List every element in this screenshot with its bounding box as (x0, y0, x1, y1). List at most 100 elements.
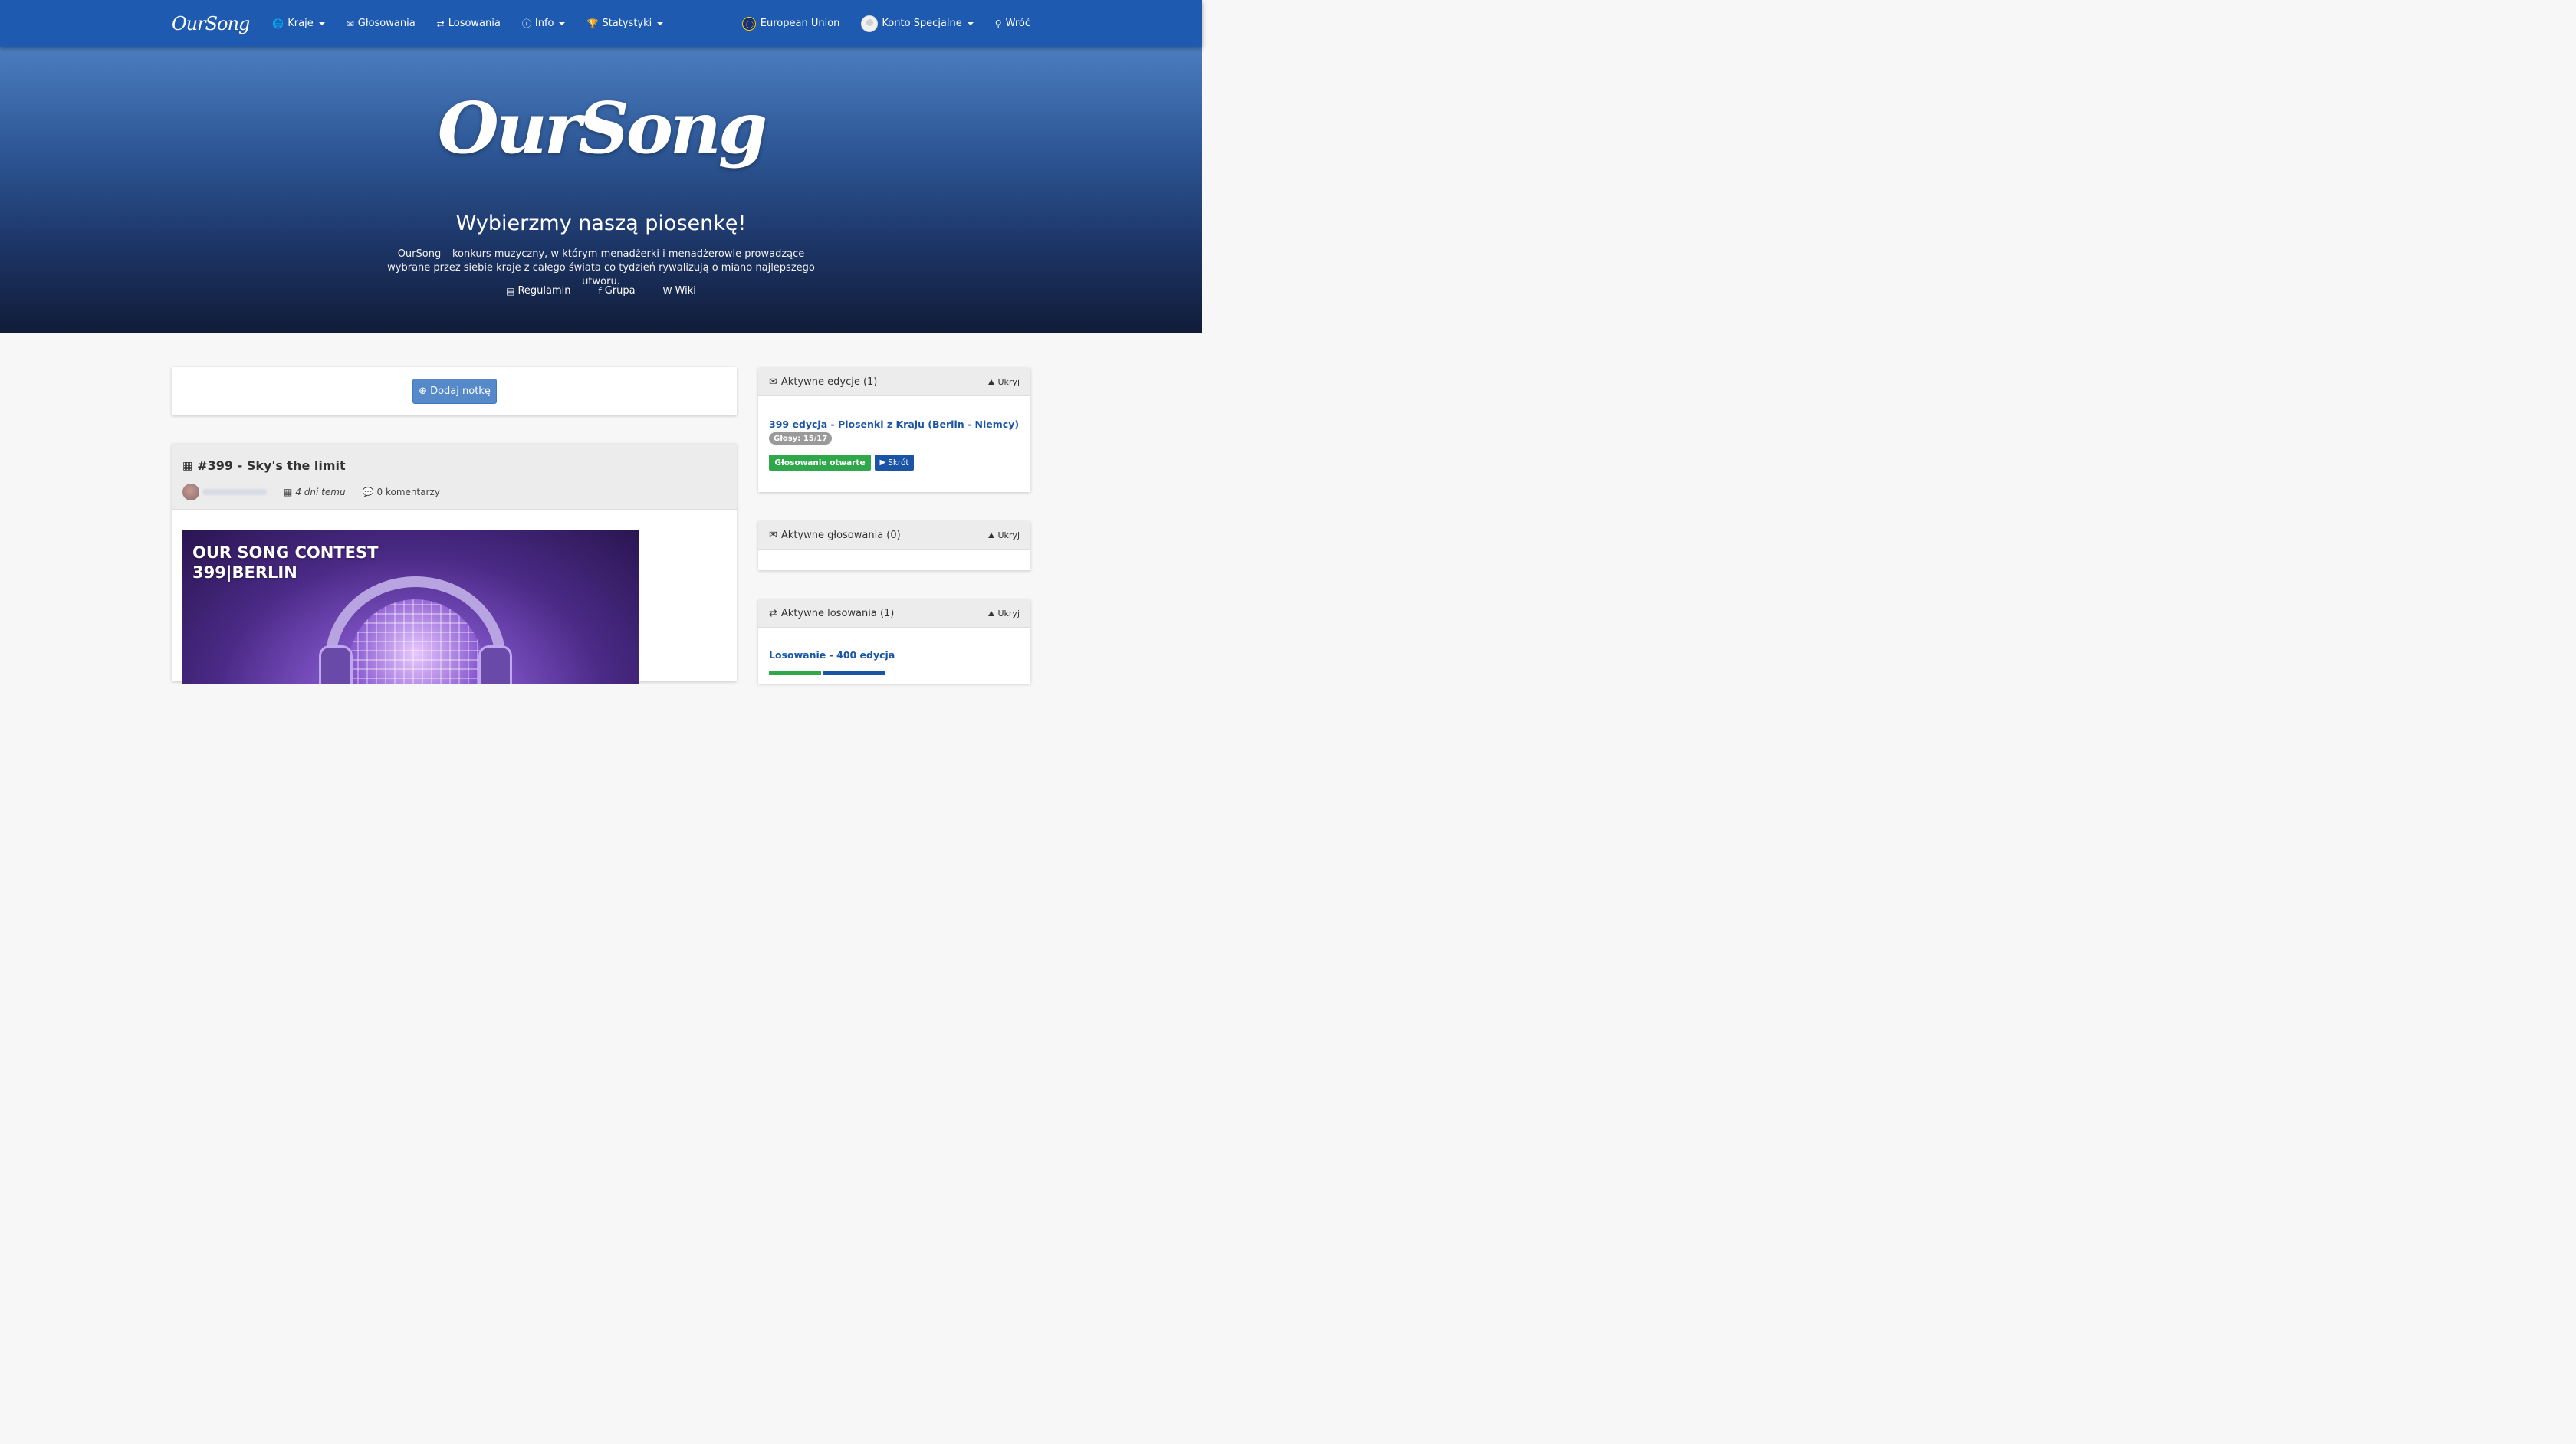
globe-icon: 🌐 (272, 18, 284, 29)
nav-item-glosowania[interactable]: ✉ Głosowania (347, 18, 416, 29)
hide-label: Ukryj (997, 530, 1020, 540)
triangle-up-icon (988, 379, 995, 385)
back-label: Wróć (1005, 18, 1030, 29)
hide-label: Ukryj (997, 376, 1020, 387)
post-title[interactable]: ▦ #399 - Sky's the limit (182, 458, 346, 473)
edition-link[interactable]: 399 edycja - Piosenki z Kraju (Berlin - … (769, 418, 1019, 430)
active-draws-header: ⇄ Aktywne losowania (1) Ukryj (758, 599, 1030, 628)
votes-badge: Głosy: 15/17 (769, 432, 833, 445)
info-icon: ⓘ (521, 18, 531, 29)
envelope-open-icon: ✉ (769, 529, 777, 541)
hide-toggle[interactable]: Ukryj (988, 530, 1020, 540)
active-votes-panel: ✉ Aktywne głosowania (0) Ukryj (758, 521, 1030, 570)
active-draws-title: Aktywne losowania (1) (780, 607, 895, 619)
eu-flag-icon (741, 16, 756, 31)
hero-links: ▤ Regulamin f Grupa W Wiki (0, 285, 1202, 297)
shuffle-icon: ⇄ (436, 18, 445, 29)
top-navbar: OurSong 🌐 Kraje ✉ Głosowania ⇄ Losowania… (0, 0, 1202, 47)
shortcut-label: Skrót (888, 458, 909, 468)
nav-item-label: Info (534, 18, 554, 29)
hide-toggle[interactable]: Ukryj (988, 377, 1020, 387)
facebook-icon: f (598, 285, 602, 297)
nav-item-info[interactable]: ⓘ Info (522, 17, 566, 30)
nav-item-label: Głosowania (357, 18, 416, 29)
active-votes-header: ✉ Aktywne głosowania (0) Ukryj (758, 521, 1030, 550)
newspaper-icon: ▦ (182, 459, 193, 472)
nav-account[interactable]: Konto Specjalne (861, 15, 974, 32)
wikipedia-icon: W (662, 285, 672, 297)
active-editions-title: Aktywne edycje (1) (780, 376, 878, 388)
post-date: ▦ 4 dni temu (284, 487, 346, 497)
active-votes-title: Aktywne głosowania (0) (780, 529, 901, 541)
post-title-text: #399 - Sky's the limit (197, 458, 346, 473)
comments-icon: 💬 (362, 487, 374, 497)
triangle-up-icon (988, 532, 995, 538)
link-label: Grupa (604, 285, 636, 297)
author-name-blurred[interactable] (202, 489, 267, 495)
hero-tagline: Wybierzmy naszą piosenkę! (455, 212, 747, 235)
nav-country[interactable]: European Union (741, 16, 840, 31)
link-wiki[interactable]: W Wiki (663, 285, 696, 297)
draw-link[interactable]: Losowanie - 400 edycja (769, 649, 895, 661)
hero-description: OurSong – konkurs muzyczny, w którym men… (387, 248, 815, 287)
link-label: Wiki (675, 285, 696, 297)
post-header: ▦ #399 - Sky's the limit ▦ 4 dni temu 💬 … (172, 444, 737, 510)
active-draws-panel: ⇄ Aktywne losowania (1) Ukryj Losowanie … (758, 599, 1030, 684)
post-image-line1: OUR SONG CONTEST (192, 543, 379, 562)
navbar-inner: OurSong 🌐 Kraje ✉ Głosowania ⇄ Losowania… (172, 0, 1030, 47)
hero-logo: OurSong (437, 87, 768, 169)
triangle-up-icon (988, 610, 995, 616)
draw-status-badge[interactable] (769, 671, 821, 675)
document-icon: ▤ (506, 285, 515, 297)
caret-down-icon (318, 21, 325, 25)
headphones-earcup-right (478, 645, 512, 684)
author-avatar[interactable] (182, 484, 199, 500)
caret-down-icon (559, 21, 566, 25)
shortcut-button[interactable]: ▶ Skrót (875, 455, 914, 471)
post-date-text: 4 dni temu (295, 487, 346, 497)
calendar-icon: ▦ (284, 487, 293, 497)
add-note-label: Dodaj notkę (430, 386, 491, 397)
post-meta: ▦ 4 dni temu 💬 0 komentarzy (182, 484, 457, 500)
nav-item-label: Kraje (288, 18, 314, 29)
avatar (861, 15, 879, 32)
caret-down-icon (967, 21, 974, 25)
navbar-right: European Union Konto Specjalne ⚲ Wróć (741, 15, 1030, 32)
link-regulamin[interactable]: ▤ Regulamin (506, 285, 570, 297)
add-note-button[interactable]: ⊕ Dodaj notkę (412, 379, 497, 404)
nav-item-statystyki[interactable]: 🏆 Statystyki (586, 18, 664, 29)
voting-open-badge[interactable]: Głosowanie otwarte (769, 455, 871, 471)
draw-shortcut-button[interactable] (823, 671, 885, 675)
plus-circle-icon: ⊕ (419, 386, 428, 397)
active-editions-panel: ✉ Aktywne edycje (1) Ukryj 399 edycja - … (758, 368, 1030, 492)
post-comments[interactable]: 💬 0 komentarzy (363, 487, 440, 497)
nav-item-losowania[interactable]: ⇄ Losowania (437, 18, 501, 29)
nav-back[interactable]: ⚲ Wróć (995, 18, 1030, 29)
brand-logo[interactable]: OurSong (172, 13, 250, 34)
hero-banner: OurSong Wybierzmy naszą piosenkę! OurSon… (0, 47, 1202, 333)
post-image-line2: 399|BERLIN (192, 563, 297, 582)
add-note-card: ⊕ Dodaj notkę (172, 367, 737, 415)
link-label: Regulamin (518, 285, 571, 297)
post-image[interactable]: OUR SONG CONTEST 399|BERLIN (182, 530, 639, 684)
caret-down-icon (657, 21, 664, 25)
shuffle-icon: ⇄ (769, 607, 777, 619)
play-circle-icon: ▶ (879, 458, 886, 467)
active-editions-header: ✉ Aktywne edycje (1) Ukryj (758, 368, 1030, 396)
user-secret-icon: ⚲ (994, 18, 1002, 29)
trophy-icon: 🏆 (586, 18, 599, 29)
post-comments-text: 0 komentarzy (376, 487, 440, 497)
post-image-text: OUR SONG CONTEST 399|BERLIN (192, 543, 378, 583)
nav-item-label: Statystyki (602, 18, 652, 29)
envelope-icon: ✉ (346, 18, 354, 29)
country-label: European Union (760, 18, 840, 29)
hide-toggle[interactable]: Ukryj (988, 609, 1020, 619)
envelope-open-icon: ✉ (769, 376, 777, 388)
headphones-earcup-left (319, 645, 353, 684)
account-label: Konto Specjalne (882, 18, 962, 29)
post-card: ▦ #399 - Sky's the limit ▦ 4 dni temu 💬 … (172, 444, 737, 684)
hide-label: Ukryj (997, 608, 1020, 619)
nav-item-kraje[interactable]: 🌐 Kraje (272, 18, 325, 29)
nav-item-label: Losowania (448, 18, 501, 29)
link-grupa[interactable]: f Grupa (599, 285, 636, 297)
